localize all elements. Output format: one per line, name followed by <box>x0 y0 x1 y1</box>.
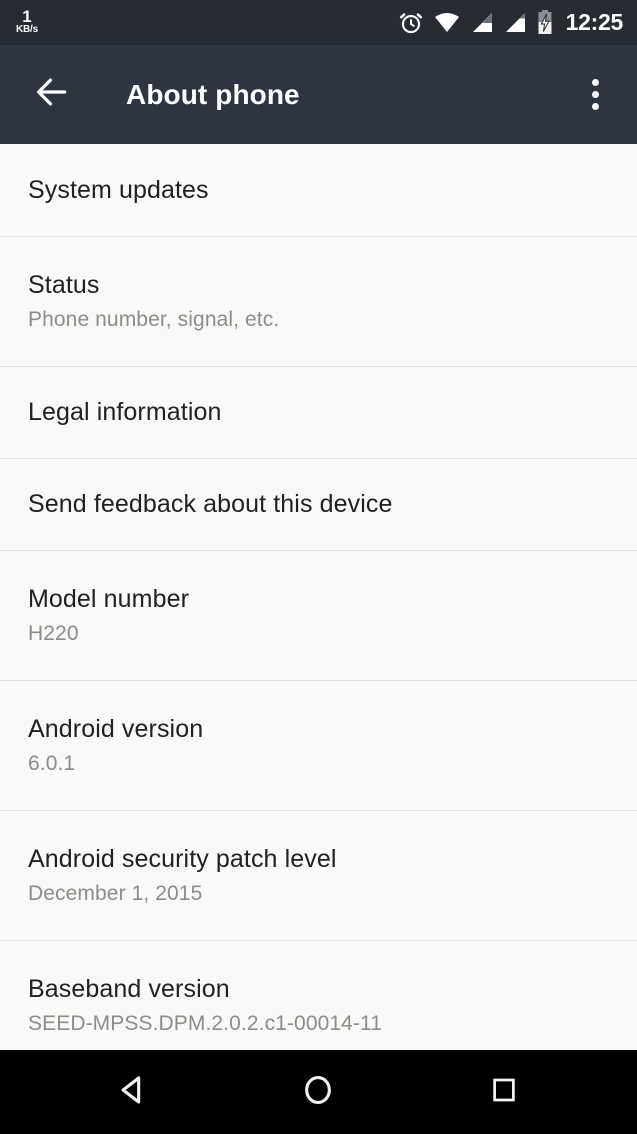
nav-back-button[interactable] <box>88 1050 178 1134</box>
list-item-title: Android security patch level <box>28 844 337 873</box>
list-item-legal-information[interactable]: Legal information <box>0 366 637 458</box>
recents-nav-icon <box>489 1075 519 1110</box>
list-item-status[interactable]: Status Phone number, signal, etc. <box>0 236 637 366</box>
phone-screen: 1 KB/s 12:25 About phone System updates … <box>0 0 637 1134</box>
app-bar: About phone <box>0 45 637 144</box>
home-nav-icon <box>301 1073 335 1112</box>
network-speed-value: 1 <box>22 7 32 26</box>
list-item-android-version[interactable]: Android version 6.0.1 <box>0 680 637 810</box>
status-bar-clock: 12:25 <box>565 9 624 35</box>
list-item-title: Legal information <box>28 397 222 426</box>
network-speed-indicator: 1 KB/s <box>16 7 38 36</box>
wifi-icon <box>433 10 461 36</box>
list-item-subtitle: December 1, 2015 <box>28 881 203 905</box>
list-item-title: Status <box>28 270 100 299</box>
list-item-title: Android version <box>28 714 204 743</box>
list-item-subtitle: 6.0.1 <box>28 751 76 775</box>
alarm-clock-icon <box>398 10 424 36</box>
list-item-subtitle: Phone number, signal, etc. <box>28 307 280 331</box>
list-item-baseband-version[interactable]: Baseband version SEED-MPSS.DPM.2.0.2.c1-… <box>0 940 637 1050</box>
list-item-send-feedback[interactable]: Send feedback about this device <box>0 458 637 550</box>
about-phone-list[interactable]: System updates Status Phone number, sign… <box>0 144 637 1050</box>
list-item-security-patch-level[interactable]: Android security patch level December 1,… <box>0 810 637 940</box>
signal-sim2-icon <box>503 10 527 36</box>
list-item-subtitle: SEED-MPSS.DPM.2.0.2.c1-00014-11 <box>28 1011 383 1035</box>
status-bar: 1 KB/s 12:25 <box>0 0 637 45</box>
page-title: About phone <box>126 78 300 110</box>
list-item-title: System updates <box>28 175 209 204</box>
list-item-model-number[interactable]: Model number H220 <box>0 550 637 680</box>
navigation-bar <box>0 1050 637 1134</box>
list-item-title: Model number <box>28 584 190 613</box>
nav-home-button[interactable] <box>273 1050 363 1134</box>
list-item-title: Baseband version <box>28 974 230 1003</box>
arrow-left-icon <box>33 73 71 116</box>
more-vertical-icon <box>591 79 599 110</box>
back-nav-icon <box>116 1073 150 1112</box>
network-speed-unit: KB/s <box>16 24 38 35</box>
list-item-subtitle: H220 <box>28 621 79 645</box>
battery-charging-icon <box>536 9 554 36</box>
back-button[interactable] <box>30 73 74 117</box>
overflow-menu-button[interactable] <box>575 71 615 119</box>
signal-sim1-icon <box>470 10 494 36</box>
list-item-title: Send feedback about this device <box>28 489 393 518</box>
list-item-system-updates[interactable]: System updates <box>0 144 637 236</box>
nav-recents-button[interactable] <box>459 1050 549 1134</box>
status-icons: 12:25 <box>398 9 623 36</box>
